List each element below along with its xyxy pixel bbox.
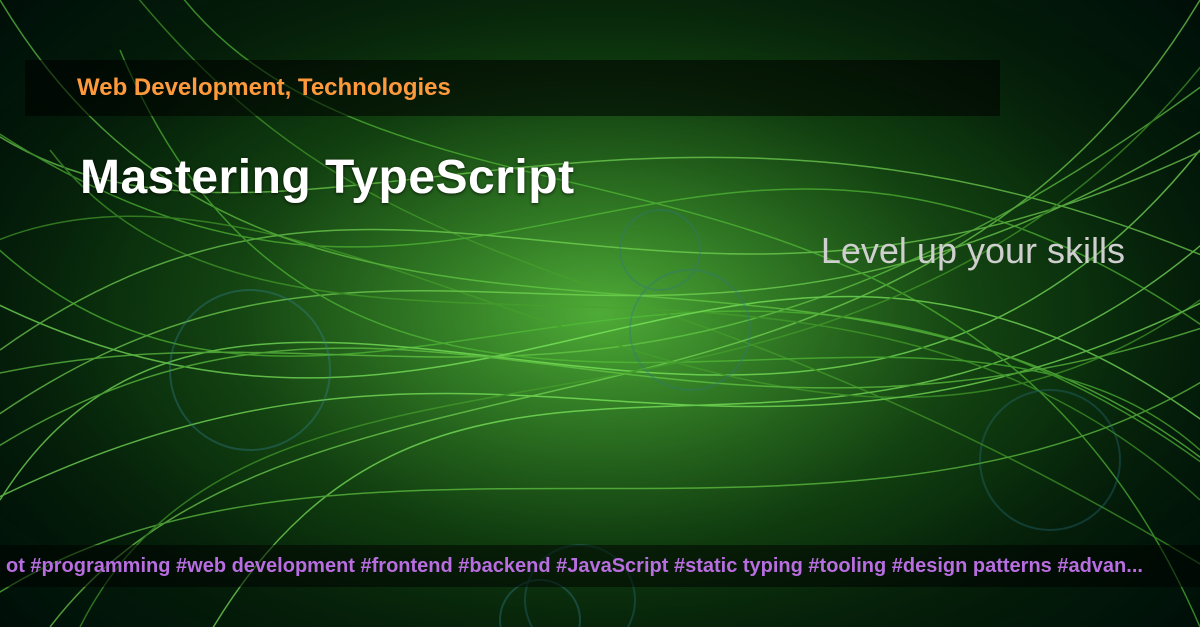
subtitle: Level up your skills	[821, 230, 1125, 272]
categories-bar: Web Development, Technologies	[25, 60, 1000, 116]
page-title: Mastering TypeScript	[80, 150, 575, 205]
tags-text: ot #programming #web development #fronte…	[6, 555, 1143, 578]
tags-bar: ot #programming #web development #fronte…	[0, 545, 1200, 587]
categories-text: Web Development, Technologies	[77, 74, 451, 102]
